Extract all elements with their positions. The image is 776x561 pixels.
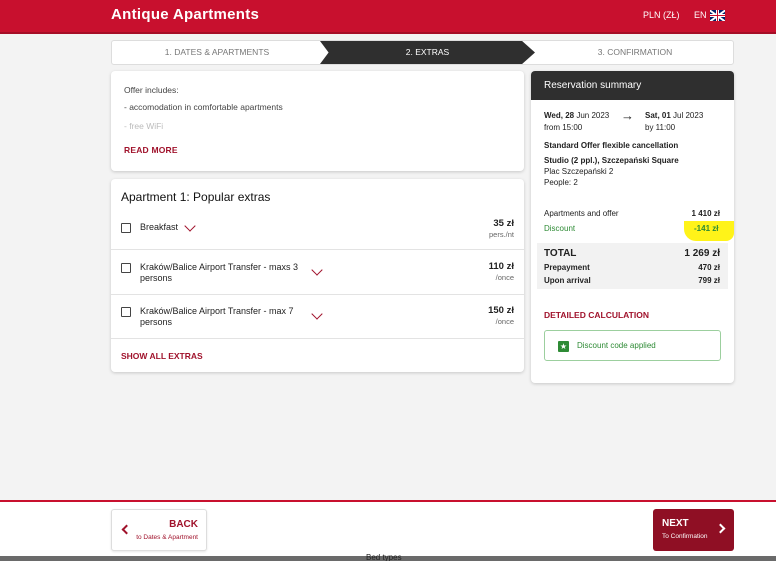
discount-label: Discount <box>544 224 576 233</box>
transfer-7-checkbox[interactable] <box>121 307 131 317</box>
apartment-address: Plac Szczepański 2 <box>544 167 614 176</box>
arrow-right-icon: → <box>621 108 634 123</box>
extra-unit: /once <box>495 317 514 326</box>
discount-value: -141 zł <box>694 224 719 233</box>
read-more-link[interactable]: READ MORE <box>124 145 178 155</box>
step-dates-apartments[interactable]: 1. DATES & APARTMENTS <box>112 41 322 64</box>
bottom-nav-bar: BACK to Dates & Apartment NEXT To Confir… <box>0 500 776 556</box>
transfer-3-checkbox[interactable] <box>121 263 131 273</box>
step-confirmation[interactable]: 3. CONFIRMATION <box>535 41 733 64</box>
star-icon: ★ <box>558 341 569 352</box>
extra-row-transfer-7: Kraków/Balice Airport Transfer - max 7 pe… <box>111 295 524 339</box>
step-extras-active[interactable]: 2. EXTRAS <box>320 41 535 64</box>
people-count: People: 2 <box>544 178 578 187</box>
extras-card: Apartment 1: Popular extras Breakfast 35… <box>111 179 524 372</box>
discount-code-text: Discount code applied <box>577 341 656 350</box>
extra-row-transfer-3: Kraków/Balice Airport Transfer - maxs 3p… <box>111 250 524 295</box>
total-label: TOTAL <box>544 248 577 259</box>
extra-price: 110 zł <box>488 261 514 272</box>
next-button[interactable]: NEXT To Confirmation <box>653 509 734 551</box>
chevron-down-icon[interactable] <box>311 308 323 320</box>
extra-name: Breakfast <box>140 222 179 232</box>
currency-selector[interactable]: PLN (ZŁ) <box>643 10 680 20</box>
next-sublabel: To Confirmation <box>662 533 708 540</box>
extra-name: Kraków/Balice Airport Transfer - max 7 pe… <box>140 306 294 327</box>
breakfast-checkbox[interactable] <box>121 223 131 233</box>
booking-steps: 1. DATES & APARTMENTS 3. CONFIRMATION 2.… <box>111 40 734 65</box>
apartment-name: Studio (2 ppl.), Szczepański Square <box>544 156 679 165</box>
chevron-right-icon <box>715 523 726 534</box>
offer-name: Standard Offer flexible cancellation <box>544 141 679 150</box>
prepayment-label: Prepayment <box>544 263 590 272</box>
extra-unit: pers./nt <box>488 230 514 239</box>
extra-price: 35 zł <box>493 218 514 229</box>
extra-unit: /once <box>495 273 514 282</box>
language-selector[interactable]: EN <box>694 10 707 20</box>
extra-row-breakfast: Breakfast 35 zł pers./nt <box>111 209 524 250</box>
brand-logo[interactable]: Antique Apartments <box>111 6 259 23</box>
discount-code-box: ★ Discount code applied <box>544 330 721 361</box>
extras-title: Apartment 1: Popular extras <box>121 190 271 204</box>
offer-line: - accomodation in comfortable apartments <box>124 102 283 112</box>
apartments-value: 1 410 zł <box>691 209 720 218</box>
chevron-left-icon <box>121 524 132 535</box>
checkout-date: Sat, 01 Jul 2023 <box>645 111 704 120</box>
back-label: BACK <box>169 519 198 530</box>
chevron-down-icon[interactable] <box>184 220 196 232</box>
next-label: NEXT <box>662 518 689 529</box>
summary-title: Reservation summary <box>531 71 734 100</box>
detailed-calculation-link[interactable]: DETAILED CALCULATION <box>544 310 649 320</box>
background-text: Bed types <box>366 553 402 561</box>
checkin-time: from 15:00 <box>544 123 583 132</box>
show-all-extras-link[interactable]: SHOW ALL EXTRAS <box>121 351 203 361</box>
apartments-label: Apartments and offer <box>544 209 619 218</box>
extra-name: Kraków/Balice Airport Transfer - maxs 3p… <box>140 262 299 283</box>
uk-flag-icon[interactable] <box>710 10 725 21</box>
arrival-label: Upon arrival <box>544 276 591 285</box>
back-button[interactable]: BACK to Dates & Apartment <box>111 509 207 551</box>
total-value: 1 269 zł <box>684 248 720 259</box>
extra-price: 150 zł <box>488 305 514 316</box>
checkin-date: Wed, 28 Jun 2023 <box>544 111 610 120</box>
arrival-value: 799 zł <box>698 276 720 285</box>
offer-card: Offer includes: - accomodation in comfor… <box>111 71 524 171</box>
back-sublabel: to Dates & Apartment <box>136 534 198 541</box>
prepayment-value: 470 zł <box>698 263 720 272</box>
offer-heading: Offer includes: <box>124 85 179 95</box>
chevron-down-icon[interactable] <box>311 264 323 276</box>
checkout-time: by 11:00 <box>645 123 676 132</box>
offer-line: - free WiFi <box>124 121 164 131</box>
top-bar: Antique Apartments PLN (ZŁ) EN <box>0 0 776 34</box>
